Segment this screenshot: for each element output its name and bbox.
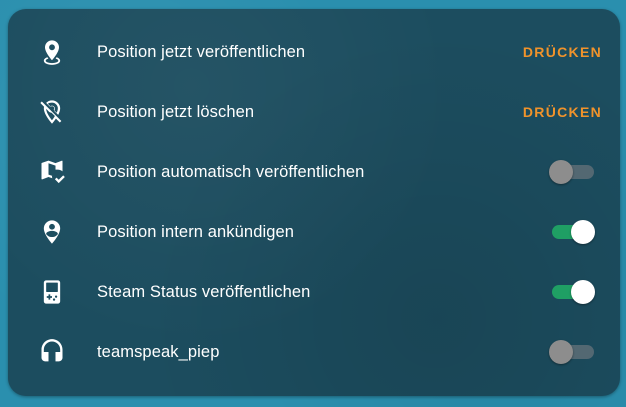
toggle-switch[interactable] bbox=[549, 159, 597, 185]
entity-label: Steam Status veröffentlichen bbox=[97, 283, 311, 301]
map-marker-off-icon bbox=[38, 98, 66, 126]
entity-label: Position intern ankündigen bbox=[97, 223, 295, 241]
entity-row-position-auto-publish: Position automatisch veröffentlichen bbox=[8, 142, 620, 202]
headphones-icon bbox=[38, 338, 66, 366]
switch-knob bbox=[571, 220, 595, 244]
entity-row-steam-status: Steam Status veröffentlichen bbox=[8, 262, 620, 322]
entity-label: Position automatisch veröffentlichen bbox=[97, 163, 365, 181]
toggle-switch[interactable] bbox=[549, 219, 597, 245]
account-location-icon bbox=[38, 218, 66, 246]
entity-row-teamspeak: teamspeak_piep bbox=[8, 322, 620, 382]
entities-card: Position jetzt veröffentlichen DRÜCKEN P… bbox=[8, 9, 620, 396]
switch-knob bbox=[549, 340, 573, 364]
map-marker-radius-icon bbox=[38, 38, 66, 66]
press-button[interactable]: DRÜCKEN bbox=[523, 100, 602, 124]
toggle-switch[interactable] bbox=[549, 279, 597, 305]
entity-row-position-announce: Position intern ankündigen bbox=[8, 202, 620, 262]
switch-knob bbox=[571, 280, 595, 304]
entity-label: Position jetzt löschen bbox=[97, 103, 255, 121]
entity-row-position-delete: Position jetzt löschen DRÜCKEN bbox=[8, 82, 620, 142]
press-button[interactable]: DRÜCKEN bbox=[523, 40, 602, 64]
switch-knob bbox=[549, 160, 573, 184]
map-check-icon bbox=[38, 158, 66, 186]
toggle-switch[interactable] bbox=[549, 339, 597, 365]
entity-row-position-publish: Position jetzt veröffentlichen DRÜCKEN bbox=[8, 22, 620, 82]
entity-label: teamspeak_piep bbox=[97, 343, 220, 361]
gameboy-icon bbox=[38, 278, 66, 306]
entity-label: Position jetzt veröffentlichen bbox=[97, 43, 306, 61]
